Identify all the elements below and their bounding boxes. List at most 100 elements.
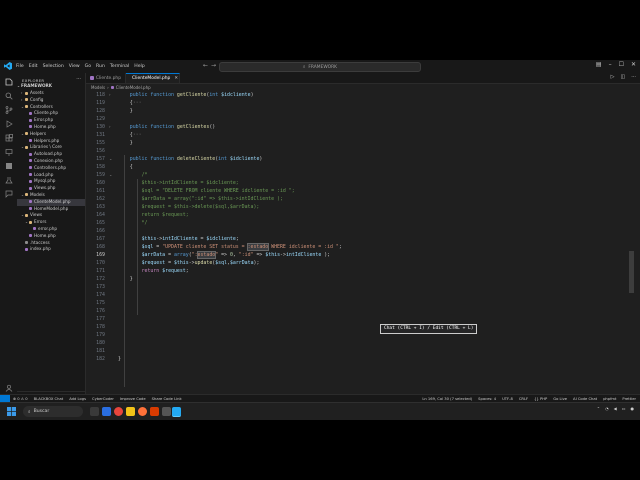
tree-file[interactable]: error.php: [17, 226, 85, 233]
tree-folder[interactable]: › Config: [17, 97, 85, 104]
windows-start-icon[interactable]: [7, 407, 16, 416]
minimize-button[interactable]: –: [609, 61, 612, 68]
tree-file[interactable]: Mysql.php: [17, 178, 85, 185]
remote-explorer-icon[interactable]: [4, 147, 13, 156]
code-line[interactable]: 165 */: [86, 219, 606, 227]
vscode-taskbar-icon[interactable]: [172, 407, 181, 417]
code-line[interactable]: 160 $this->intIdCliente = $idcliente;: [86, 179, 606, 187]
tab-cliente-model[interactable]: ClienteModel.php ✕: [126, 73, 180, 83]
chrome-icon[interactable]: [114, 407, 123, 416]
menu-item-go[interactable]: Go: [85, 64, 91, 69]
status-item[interactable]: Add Logs: [69, 397, 86, 401]
tree-folder[interactable]: › Assets: [17, 90, 85, 97]
wifi-icon[interactable]: ◔: [605, 406, 609, 411]
code-line[interactable]: 156: [86, 147, 606, 155]
battery-icon[interactable]: ▭: [622, 406, 626, 411]
more-actions-icon[interactable]: ···: [631, 74, 636, 80]
tree-file[interactable]: Home.php: [17, 124, 85, 131]
code-line[interactable]: 169 $arrData = array(":estado" => 0, ":i…: [86, 251, 606, 259]
status-item[interactable]: Ln 169, Col 30 (7 selected): [422, 397, 472, 401]
code-line[interactable]: 119 {···: [86, 99, 606, 107]
menu-item-edit[interactable]: Edit: [29, 64, 38, 69]
extensions-icon[interactable]: [4, 133, 13, 142]
tree-file[interactable]: index.php: [17, 246, 85, 253]
status-item[interactable]: Go Live: [553, 397, 567, 401]
code-line[interactable]: 171 return $request;: [86, 267, 606, 275]
code-line[interactable]: 172 }: [86, 275, 606, 283]
account-icon[interactable]: [4, 383, 13, 392]
status-item[interactable]: ⊗ 0 ⚠ 0: [13, 397, 28, 401]
taskbar-search[interactable]: ⌕ Buscar: [23, 406, 83, 417]
tree-file[interactable]: Error.php: [17, 117, 85, 124]
close-button[interactable]: ✕: [631, 61, 636, 68]
code-line[interactable]: 175: [86, 299, 606, 307]
code-line[interactable]: 177: [86, 315, 606, 323]
code-line[interactable]: 180: [86, 339, 606, 347]
run-debug-icon[interactable]: [4, 119, 13, 128]
code-line[interactable]: 118 › public function getCliente(int $idc…: [86, 91, 606, 99]
layout-icon[interactable]: ▤: [596, 61, 602, 68]
file-explorer-icon[interactable]: [126, 407, 135, 416]
run-icon[interactable]: ▷: [611, 74, 615, 80]
menu-item-selection[interactable]: Selection: [43, 64, 64, 69]
status-item[interactable]: BLACKBOX Chat: [34, 397, 64, 401]
code-line[interactable]: 129: [86, 115, 606, 123]
notification-icon[interactable]: ●: [631, 406, 635, 411]
fold-toggle-icon[interactable]: ›: [109, 123, 111, 131]
firefox-icon[interactable]: [138, 407, 147, 416]
tree-file[interactable]: ClienteModel.php: [17, 198, 85, 206]
chevron-up-icon[interactable]: ⌃: [597, 406, 600, 411]
tree-file[interactable]: Helpers.php: [17, 138, 85, 145]
close-tab-icon[interactable]: ✕: [174, 76, 178, 81]
code-line[interactable]: 157 ⌄ public function deleteCliente(int $…: [86, 155, 606, 163]
tree-file[interactable]: HomeModel.php: [17, 206, 85, 213]
status-item[interactable]: Improve Code: [120, 397, 146, 401]
editor-scrollbar[interactable]: [629, 91, 634, 407]
code-editor[interactable]: 118 › public function getCliente(int $idc…: [86, 91, 640, 407]
tree-file[interactable]: Controllers.php: [17, 165, 85, 172]
more-actions-icon[interactable]: ···: [76, 76, 81, 82]
code-line[interactable]: 182}: [86, 355, 606, 363]
tree-file[interactable]: Conexion.php: [17, 158, 85, 165]
status-item[interactable]: phpfmt: [603, 397, 616, 401]
nav-arrows[interactable]: ←→: [203, 62, 219, 69]
code-line[interactable]: 174: [86, 291, 606, 299]
code-line[interactable]: 159 ⌄ /*: [86, 171, 606, 179]
search-icon[interactable]: [4, 91, 13, 100]
tree-folder[interactable]: ⌄ Libraries \ Core: [17, 144, 85, 151]
maximize-button[interactable]: ☐: [619, 61, 624, 68]
tree-folder[interactable]: ⌄ Errors: [17, 219, 85, 226]
code-line[interactable]: 168 $sql = "UPDATE cliente SET status = …: [86, 243, 606, 251]
menu-item-help[interactable]: Help: [134, 64, 144, 69]
edge-icon[interactable]: [102, 407, 111, 416]
menu-item-file[interactable]: File: [16, 64, 24, 69]
tree-folder[interactable]: ⌄ Controllers: [17, 104, 85, 111]
status-item[interactable]: CRLF: [519, 397, 528, 401]
blackbox-icon[interactable]: [4, 161, 13, 170]
source-control-icon[interactable]: [4, 105, 13, 114]
menu-item-run[interactable]: Run: [96, 64, 105, 69]
code-line[interactable]: 181: [86, 347, 606, 355]
tree-folder[interactable]: ⌄ Models: [17, 192, 85, 199]
status-item[interactable]: {} PHP: [534, 397, 547, 401]
status-item[interactable]: Prettier: [622, 397, 636, 401]
code-line[interactable]: 173: [86, 283, 606, 291]
fold-toggle-icon[interactable]: ⌄: [109, 171, 112, 179]
status-item[interactable]: CyberCoder: [92, 397, 114, 401]
fold-toggle-icon[interactable]: ⌄: [109, 155, 112, 163]
code-line[interactable]: 179: [86, 331, 606, 339]
tree-file[interactable]: Home.php: [17, 233, 85, 240]
command-center-search[interactable]: ⌕ FRAMEWORK: [219, 62, 421, 72]
code-line[interactable]: 155 }: [86, 139, 606, 147]
code-line[interactable]: 176: [86, 307, 606, 315]
code-line[interactable]: 166: [86, 227, 606, 235]
app-icon[interactable]: [162, 407, 171, 416]
split-editor-icon[interactable]: ◫: [620, 74, 625, 80]
inline-chat-tooltip[interactable]: Chat (CTRL + I) / Edit (CTRL + L): [380, 324, 478, 334]
status-item[interactable]: UTF-8: [502, 397, 513, 401]
code-line[interactable]: 167 $this->intIdCliente = $idcliente;: [86, 235, 606, 243]
chat-icon[interactable]: [4, 189, 13, 198]
task-view-icon[interactable]: [90, 407, 99, 416]
scroll-thumb[interactable]: [629, 251, 634, 293]
code-line[interactable]: 170 $request = $this->update($sql,$arrDa…: [86, 259, 606, 267]
